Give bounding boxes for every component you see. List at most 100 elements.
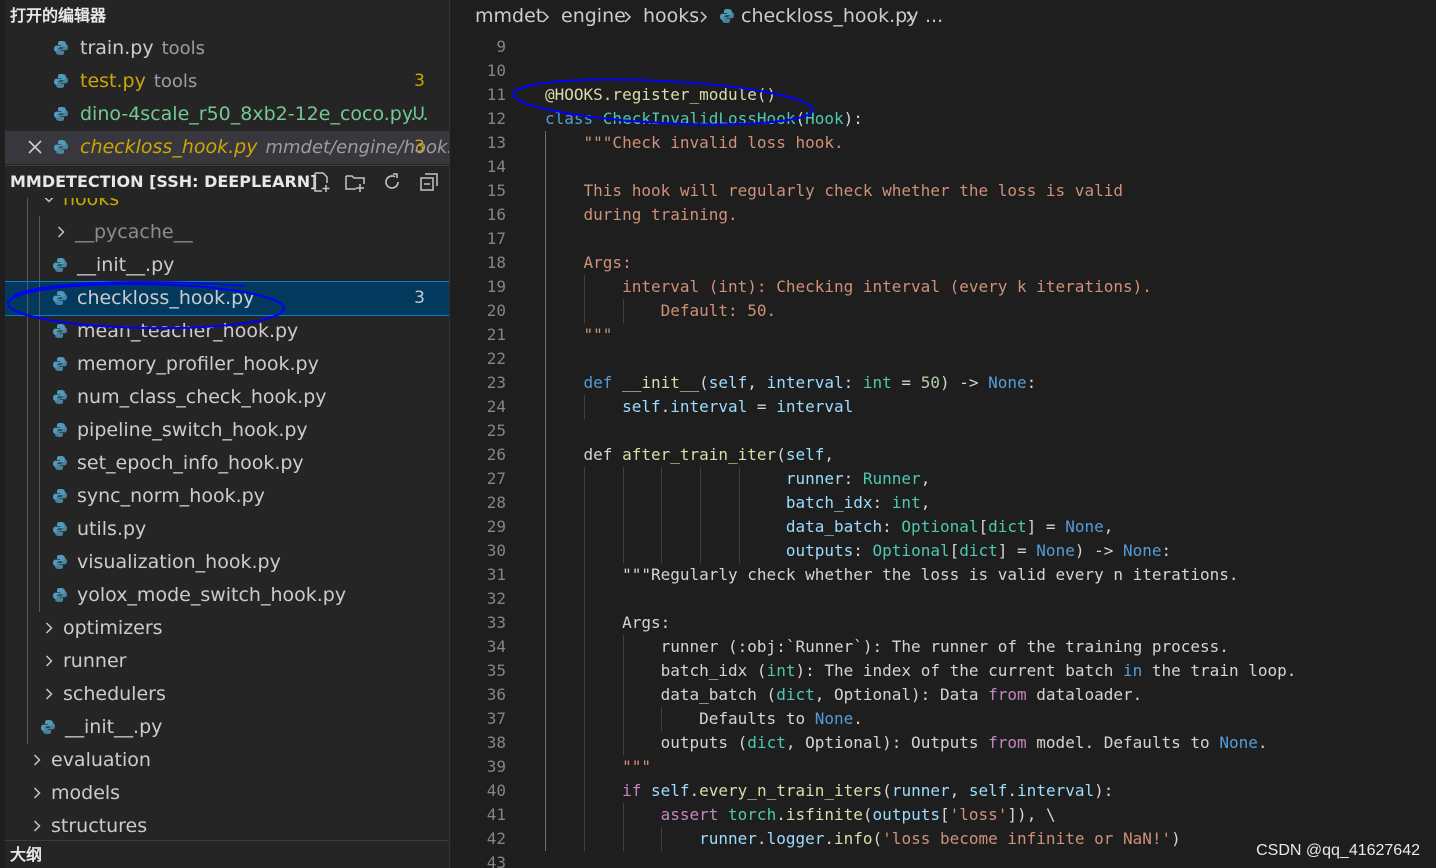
python-file-icon: [53, 456, 67, 470]
close-icon[interactable]: [25, 137, 45, 157]
code-token: Default: 50.: [545, 301, 777, 320]
tree-item[interactable]: visualization_hook.py: [5, 546, 449, 579]
tree-item[interactable]: yolox_mode_switch_hook.py: [5, 579, 449, 612]
tree-item[interactable]: __pycache__: [5, 216, 449, 249]
code-line: """: [545, 755, 651, 779]
outline-header[interactable]: 大纲: [5, 840, 449, 868]
tree-item[interactable]: pipeline_switch_hook.py: [5, 414, 449, 447]
chevron-right-icon[interactable]: [31, 754, 43, 766]
breadcrumb-item[interactable]: checkloss_hook.py: [741, 0, 918, 32]
python-file-icon: [53, 489, 67, 503]
chevron-right-icon[interactable]: [31, 820, 43, 832]
code-token: ) ->: [939, 373, 989, 392]
chevron-right-icon[interactable]: [43, 622, 55, 634]
indent-guide: [27, 414, 28, 447]
tree-item[interactable]: evaluation: [5, 744, 449, 777]
tree-item[interactable]: sync_norm_hook.py: [5, 480, 449, 513]
tree-item[interactable]: checkloss_hook.py 3: [5, 281, 449, 316]
explorer-title: MMDETECTION [SSH: DEEPLEARN]: [10, 172, 318, 191]
breadcrumb-item[interactable]: engine: [561, 0, 626, 32]
tree-item[interactable]: schedulers: [5, 678, 449, 711]
tree-item-label: sync_norm_hook.py: [77, 485, 265, 507]
code-token: Args:: [545, 613, 671, 632]
explorer-header[interactable]: MMDETECTION [SSH: DEEPLEARN]: [5, 165, 449, 198]
code-token: (: [872, 829, 883, 848]
new-file-icon[interactable]: [310, 171, 332, 193]
code-token: [: [949, 541, 960, 560]
tree-item[interactable]: runner: [5, 645, 449, 678]
breadcrumb-item[interactable]: mmdet: [475, 0, 543, 32]
code-token: batch_idx: [785, 493, 873, 512]
python-file-icon: [53, 555, 67, 569]
code-token: data_batch (: [545, 685, 777, 704]
indent-guide: [545, 131, 546, 851]
code-token: 'loss become infinite or NaN!': [882, 829, 1172, 848]
open-editors-title[interactable]: 打开的编辑器: [10, 1, 106, 31]
indent-guide: [27, 216, 28, 249]
python-file-icon: [54, 107, 68, 121]
tree-item[interactable]: mean_teacher_hook.py: [5, 315, 449, 348]
code-token: dataloader.: [1026, 685, 1143, 704]
new-folder-icon[interactable]: [344, 171, 366, 193]
line-number: 38: [486, 733, 506, 752]
code-token: interval: [1017, 781, 1095, 800]
code-token: dict: [959, 541, 998, 560]
open-editor-item[interactable]: checkloss_hook.py mmdet/engine/hooks 3: [5, 131, 449, 164]
code-token: :: [843, 373, 863, 392]
open-editor-item[interactable]: dino-4scale_r50_8xb2-12e_coco.py... U: [5, 98, 449, 131]
chevron-right-icon: [700, 11, 708, 23]
chevron-right-icon[interactable]: [31, 787, 43, 799]
chevron-right-icon[interactable]: [43, 688, 55, 700]
open-editor-item[interactable]: test.py tools 3: [5, 65, 449, 98]
code-token: def: [583, 373, 623, 392]
tree-item-label: memory_profiler_hook.py: [77, 353, 319, 375]
indent-guide: [622, 635, 624, 755]
tree-item[interactable]: utils.py: [5, 513, 449, 546]
line-number: 31: [486, 565, 506, 584]
code-token: runner: [891, 781, 950, 800]
code-token: self: [785, 445, 825, 464]
tree-item[interactable]: optimizers: [5, 612, 449, 645]
tree-item[interactable]: num_class_check_hook.py: [5, 381, 449, 414]
code-token: interval: [766, 373, 844, 392]
line-number: 23: [486, 373, 506, 392]
tree-item[interactable]: structures: [5, 810, 449, 843]
chevron-right-icon[interactable]: [43, 655, 55, 667]
code-token: (: [776, 445, 786, 464]
indent-guide: [27, 546, 28, 579]
tree-item[interactable]: models: [5, 777, 449, 810]
indent-guide: [583, 467, 585, 563]
code-token: from: [988, 733, 1027, 752]
python-file-icon: [53, 357, 67, 371]
indent-guide: [27, 579, 28, 612]
code-area[interactable]: 9 10 11 @HOOKS.register_module() 12 class Che…: [450, 35, 1436, 868]
tree-item[interactable]: __init__.py: [5, 249, 449, 282]
tree-item-label: evaluation: [51, 749, 151, 771]
problem-badge: 3: [414, 71, 425, 91]
breadcrumb-item[interactable]: hooks: [643, 0, 699, 32]
refresh-icon[interactable]: [381, 171, 403, 193]
tree-item[interactable]: __init__.py: [5, 711, 449, 744]
code-token: ]), \: [1007, 805, 1056, 824]
indent-guide: [27, 315, 28, 348]
indent-guide: [27, 381, 28, 414]
tree-item-label: yolox_mode_switch_hook.py: [77, 584, 347, 606]
line-number: 35: [486, 661, 506, 680]
indent-guide: [27, 513, 28, 546]
indent-guide: [583, 275, 585, 323]
code-token: .: [1257, 733, 1268, 752]
breadcrumb-item[interactable]: ...: [925, 0, 943, 32]
code-token: every_n_train_iters: [699, 781, 883, 800]
chevron-right-icon[interactable]: [55, 226, 67, 238]
code-token: dict: [747, 733, 786, 752]
python-file-icon: [53, 522, 67, 536]
code-token: [: [939, 805, 950, 824]
line-number: 36: [486, 685, 506, 704]
tree-item[interactable]: memory_profiler_hook.py: [5, 348, 449, 381]
indent-guide: [27, 711, 28, 744]
code-line: runner: Runner,: [545, 467, 931, 491]
code-token: None: [1065, 517, 1104, 536]
tree-item[interactable]: set_epoch_info_hook.py: [5, 447, 449, 480]
collapse-all-icon[interactable]: [418, 171, 440, 193]
open-editor-item[interactable]: train.py tools: [5, 32, 449, 65]
